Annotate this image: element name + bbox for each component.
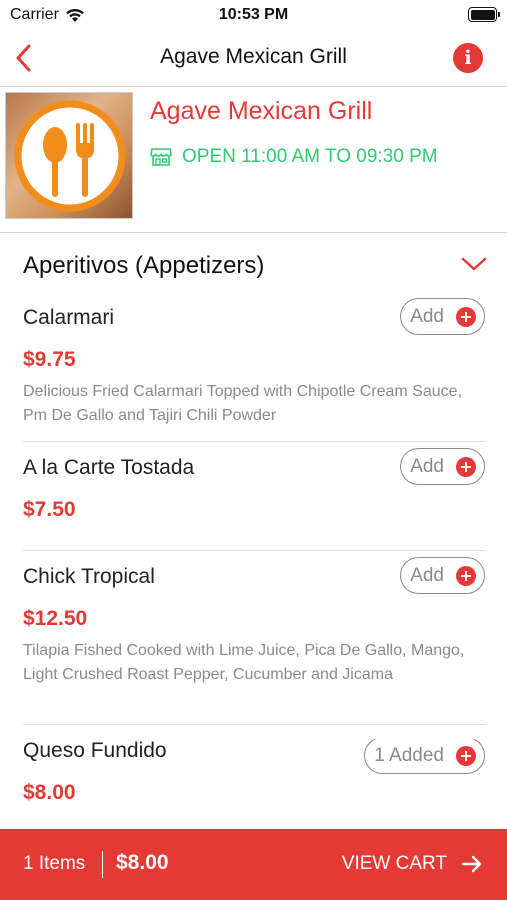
opening-hours: OPEN 11:00 AM TO 09:30 PM	[150, 146, 438, 168]
cart-item-count: 1 Items	[23, 853, 86, 874]
restaurant-header: Agave Mexican Grill OPEN 11:00 AM TO 09:…	[0, 88, 507, 233]
back-arrow-icon	[16, 44, 31, 72]
menu-item[interactable]: Queso Fundido 1 Added $8.00	[23, 739, 485, 829]
add-button[interactable]: Add	[400, 448, 485, 485]
back-button[interactable]	[8, 40, 38, 76]
add-button[interactable]: 1 Added	[364, 739, 485, 774]
item-price: $9.75	[23, 348, 76, 371]
cart-bar[interactable]: 1 Items $8.00 VIEW CART	[0, 829, 507, 900]
info-icon: i	[464, 47, 472, 69]
divider	[23, 724, 486, 725]
arrow-right-icon	[461, 855, 482, 873]
nav-bar: Agave Mexican Grill i	[0, 30, 507, 87]
cart-separator	[102, 851, 103, 878]
add-button-label: 1 Added	[374, 744, 444, 766]
restaurant-name: Agave Mexican Grill	[150, 97, 373, 125]
add-button[interactable]: Add	[400, 557, 485, 594]
add-button-label: Add	[410, 455, 444, 477]
view-cart-label: VIEW CART	[341, 853, 447, 874]
battery-icon	[468, 7, 500, 22]
info-button[interactable]: i	[453, 43, 483, 73]
item-name: Queso Fundido	[23, 739, 167, 762]
item-description: Tilapia Fished Cooked with Lime Juice, P…	[23, 642, 465, 683]
add-button-label: Add	[410, 305, 444, 327]
category-header[interactable]: Aperitivos (Appetizers)	[0, 248, 507, 288]
add-button-label: Add	[410, 564, 444, 586]
status-bar: Carrier 10:53 PM	[0, 0, 507, 30]
item-price: $8.00	[23, 781, 76, 804]
item-name: Calarmari	[23, 306, 115, 329]
plus-icon	[456, 306, 476, 327]
menu-item[interactable]: Chick Tropical Add $12.50 Tilapia Fished…	[23, 557, 486, 725]
menu-item[interactable]: A la Carte Tostada Add $7.50	[23, 448, 486, 551]
item-price: $12.50	[23, 607, 88, 630]
item-price: $7.50	[23, 498, 76, 521]
add-button[interactable]: Add	[400, 298, 485, 335]
plus-icon	[456, 565, 476, 586]
menu-item[interactable]: Calarmari Add $9.75 Delicious Fried Cala…	[23, 298, 486, 442]
item-name: Chick Tropical	[23, 565, 155, 588]
status-time: 10:53 PM	[218, 6, 289, 23]
restaurant-logo	[5, 92, 133, 219]
plus-icon	[456, 745, 476, 766]
item-description: Delicious Fried Calarmari Topped with Ch…	[23, 383, 463, 424]
view-cart-button[interactable]: VIEW CART	[342, 853, 483, 875]
divider	[23, 441, 486, 442]
nav-title: Agave Mexican Grill	[160, 45, 347, 68]
item-name: A la Carte Tostada	[23, 456, 195, 479]
cart-total: $8.00	[116, 851, 169, 874]
chevron-down-icon[interactable]	[461, 256, 487, 272]
divider	[23, 550, 486, 551]
store-icon	[150, 148, 172, 166]
hours-label: OPEN 11:00 AM TO 09:30 PM	[182, 146, 438, 167]
category-title: Aperitivos (Appetizers)	[23, 252, 265, 279]
plus-icon	[456, 456, 476, 477]
